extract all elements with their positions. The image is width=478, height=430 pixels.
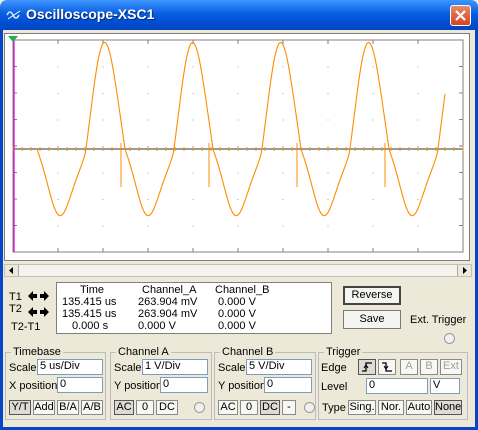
waveform-trace bbox=[36, 41, 446, 217]
timebase-title: Timebase bbox=[11, 346, 63, 358]
mode-ba-button[interactable]: B/A bbox=[57, 400, 79, 415]
falling-edge-icon bbox=[382, 362, 392, 372]
trigger-level-unit[interactable]: V bbox=[430, 378, 460, 394]
ext-trigger-label: Ext. Trigger bbox=[410, 314, 467, 326]
channel-b-minus-button[interactable]: - bbox=[282, 400, 296, 415]
scope-display[interactable] bbox=[5, 34, 474, 260]
channel-b-ypos-label: Y position bbox=[218, 380, 267, 392]
channel-a-zero-button[interactable]: 0 bbox=[136, 400, 154, 415]
title-bar[interactable]: Oscilloscope-XSC1 bbox=[0, 0, 478, 30]
t2-channel-b-value: 0.000 V bbox=[218, 308, 256, 320]
trigger-source-b-button[interactable]: B bbox=[420, 359, 438, 375]
channel-b-header: Channel_B bbox=[215, 284, 270, 296]
channel-b-zero-button[interactable]: 0 bbox=[240, 400, 258, 415]
trigger-source-a-button[interactable]: A bbox=[400, 359, 418, 375]
scroll-left-arrow[interactable] bbox=[5, 265, 19, 276]
t1-right-arrow-icon[interactable] bbox=[40, 291, 49, 301]
trigger-auto-button[interactable]: Auto bbox=[406, 400, 432, 415]
reverse-button[interactable]: Reverse bbox=[343, 286, 401, 305]
time-scrollbar[interactable] bbox=[4, 264, 472, 277]
diff-channel-b-value: 0.000 V bbox=[218, 320, 256, 332]
t1-channel-b-value: 0.000 V bbox=[218, 296, 256, 308]
trigger-title: Trigger bbox=[324, 346, 363, 358]
rising-edge-icon bbox=[362, 362, 372, 372]
channel-b-dc-button[interactable]: DC bbox=[260, 400, 280, 415]
mode-yt-button[interactable]: Y/T bbox=[9, 400, 31, 415]
channel-a-title: Channel A bbox=[116, 346, 171, 358]
x-position-label: X position bbox=[9, 380, 58, 392]
t2-right-arrow-icon[interactable] bbox=[40, 307, 49, 317]
t2-t1-label: T2-T1 bbox=[11, 321, 41, 333]
rising-edge-button[interactable] bbox=[358, 359, 376, 375]
trigger-type-label: Type bbox=[322, 402, 346, 414]
trigger-none-button[interactable]: None bbox=[434, 400, 462, 415]
cursor-t1-marker bbox=[8, 36, 18, 42]
channel-b-terminal[interactable] bbox=[304, 402, 315, 413]
timebase-scale-field[interactable]: 5 us/Div bbox=[37, 359, 103, 375]
right-arrow-icon bbox=[463, 267, 467, 274]
diff-time-value: 0.000 s bbox=[72, 320, 109, 332]
channel-b-ac-button[interactable]: AC bbox=[218, 400, 238, 415]
channel-b-scale-field[interactable]: 5 V/Div bbox=[246, 359, 312, 375]
t2-move-arrows[interactable] bbox=[27, 305, 50, 319]
save-button[interactable]: Save bbox=[343, 310, 401, 329]
channel-a-ypos-label: Y position bbox=[114, 380, 163, 392]
ext-trigger-terminal[interactable] bbox=[444, 333, 455, 344]
trigger-level-field[interactable]: 0 bbox=[366, 378, 428, 394]
channel-a-ypos-field[interactable]: 0 bbox=[160, 377, 208, 393]
trigger-level-label: Level bbox=[321, 381, 348, 393]
trigger-single-button[interactable]: Sing. bbox=[348, 400, 376, 415]
scroll-right-arrow[interactable] bbox=[457, 265, 471, 276]
trigger-edge-label: Edge bbox=[321, 362, 347, 374]
falling-edge-button[interactable] bbox=[378, 359, 396, 375]
window-title: Oscilloscope-XSC1 bbox=[26, 6, 155, 22]
mode-ab-button[interactable]: A/B bbox=[81, 400, 103, 415]
x-position-field[interactable]: 0 bbox=[57, 377, 103, 393]
channel-b-scale-label: Scale bbox=[218, 362, 246, 374]
close-icon bbox=[455, 10, 466, 21]
channel-b-ypos-field[interactable]: 0 bbox=[264, 377, 312, 393]
t1-move-arrows[interactable] bbox=[27, 289, 50, 303]
close-button[interactable] bbox=[450, 5, 471, 26]
time-header: Time bbox=[80, 284, 105, 296]
channel-a-ac-button[interactable]: AC bbox=[114, 400, 134, 415]
cursor-readout-panel: Time Channel_A Channel_B 135.415 us 263.… bbox=[56, 282, 332, 334]
scope-screen[interactable] bbox=[4, 33, 474, 261]
t2-left-arrow-icon[interactable] bbox=[28, 307, 37, 317]
channel-a-scale-label: Scale bbox=[114, 362, 142, 374]
t2-channel-a-value: 263.904 mV bbox=[138, 308, 198, 320]
channel-a-header: Channel_A bbox=[142, 284, 197, 296]
t2-time-value: 135.415 us bbox=[62, 308, 117, 320]
mode-add-button[interactable]: Add bbox=[33, 400, 55, 415]
timebase-scale-label: Scale bbox=[9, 362, 37, 374]
channel-a-terminal[interactable] bbox=[194, 402, 205, 413]
left-arrow-icon bbox=[9, 267, 13, 274]
t1-channel-a-value: 263.904 mV bbox=[138, 296, 198, 308]
channel-a-scale-field[interactable]: 1 V/Div bbox=[142, 359, 208, 375]
t1-left-arrow-icon[interactable] bbox=[28, 291, 37, 301]
trigger-source-ext-button[interactable]: Ext bbox=[440, 359, 462, 375]
diff-channel-a-value: 0.000 V bbox=[138, 320, 176, 332]
t2-label: T2 bbox=[9, 303, 22, 315]
channel-b-title: Channel B bbox=[220, 346, 276, 358]
t1-label: T1 bbox=[9, 291, 22, 303]
t1-time-value: 135.415 us bbox=[62, 296, 117, 308]
channel-a-dc-button[interactable]: DC bbox=[156, 400, 178, 415]
trigger-normal-button[interactable]: Nor. bbox=[378, 400, 404, 415]
oscilloscope-app-icon bbox=[6, 10, 21, 20]
